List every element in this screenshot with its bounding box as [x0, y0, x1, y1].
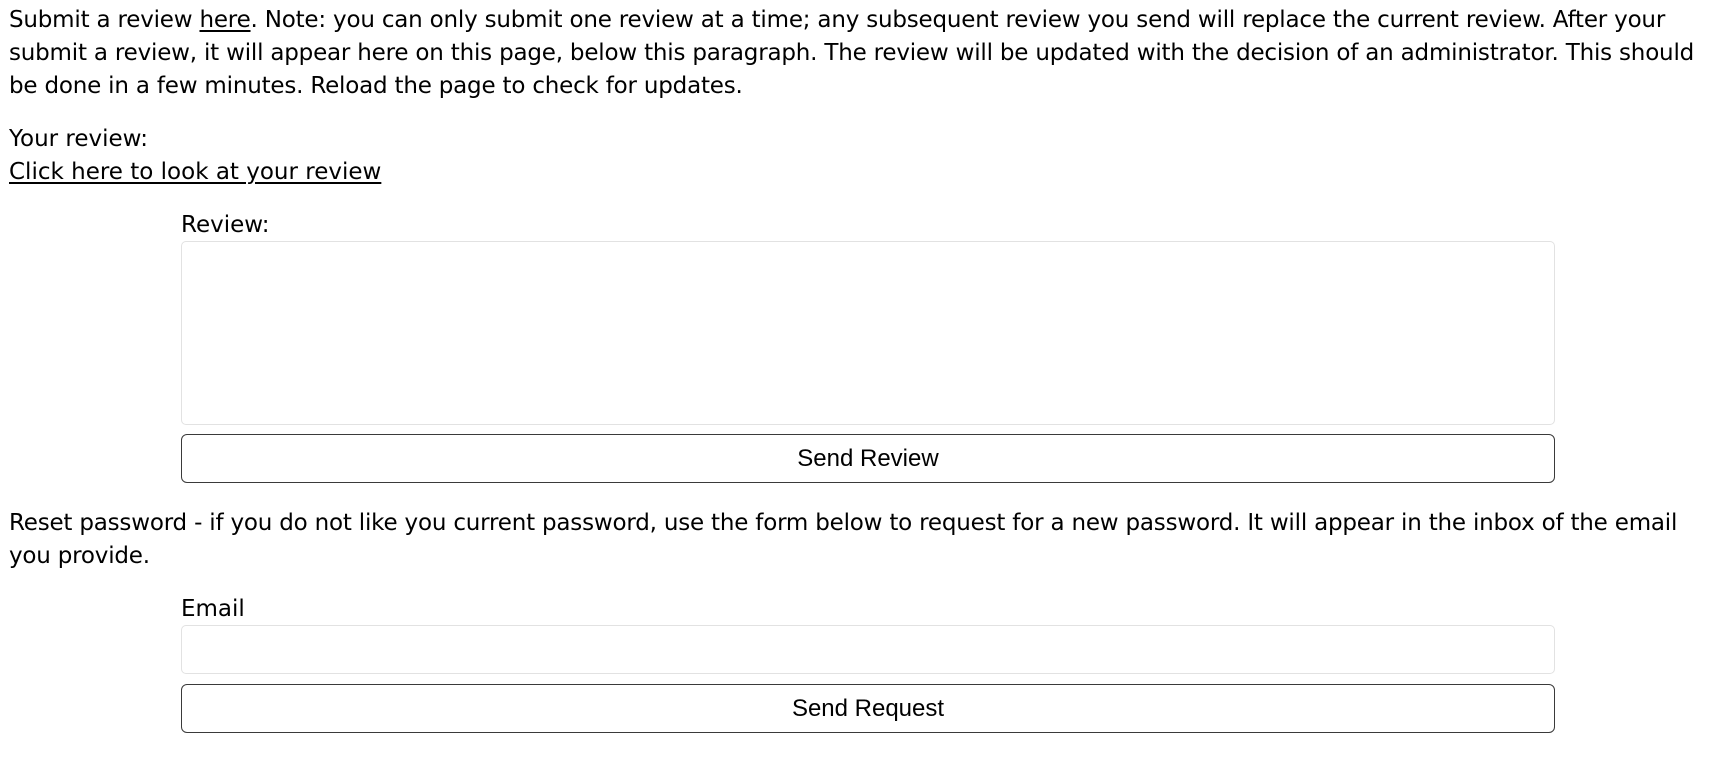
reset-password-paragraph: Reset password - if you do not like you … [9, 510, 1678, 569]
intro-prefix: Submit a review [9, 7, 200, 33]
review-form: Review: Send Review [181, 211, 1555, 483]
send-request-button[interactable]: Send Request [181, 684, 1555, 733]
your-review-label: Your review: [9, 126, 148, 152]
send-review-button[interactable]: Send Review [181, 434, 1555, 483]
intro-note: . Note: you can only submit one review a… [9, 7, 1695, 99]
review-textarea[interactable] [181, 241, 1555, 425]
reset-password-form: Email Send Request [181, 595, 1555, 733]
email-input[interactable] [181, 625, 1555, 674]
view-review-link[interactable]: Click here to look at your review [9, 159, 381, 185]
intro-paragraph: Submit a review here. Note: you can only… [9, 4, 1717, 103]
page: Submit a review here. Note: you can only… [0, 0, 1723, 766]
email-label: Email [181, 596, 245, 622]
submit-review-link[interactable]: here [199, 7, 250, 33]
review-label: Review: [181, 212, 270, 238]
